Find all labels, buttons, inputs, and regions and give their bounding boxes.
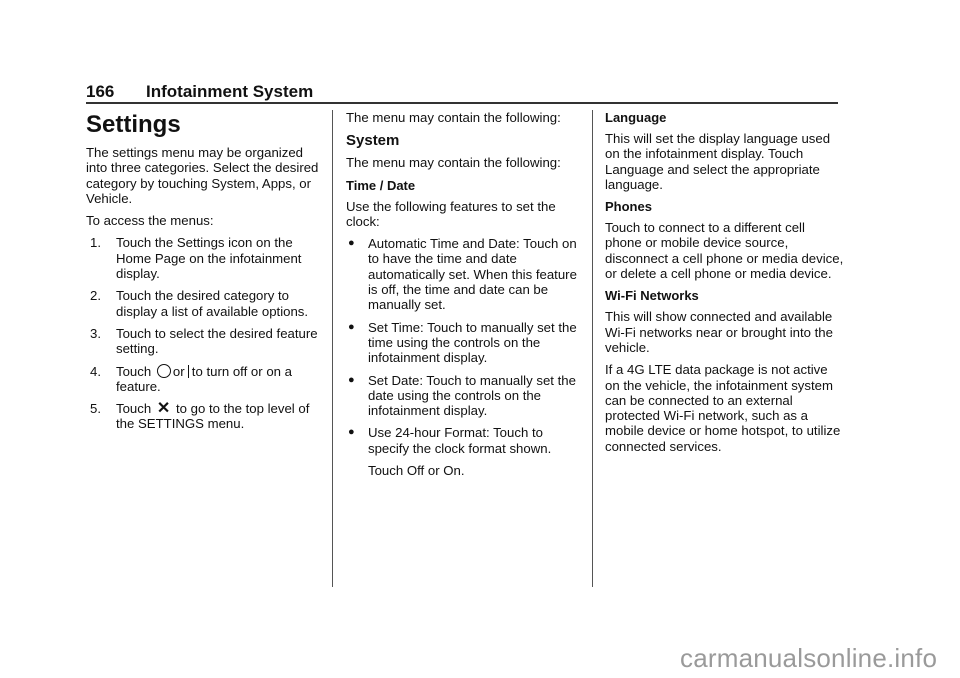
circle-off-icon [156,363,171,378]
wifi-heading: Wi-Fi Networks [605,288,699,304]
phones-heading: Phones [605,199,652,215]
step-number: 3. [90,325,101,341]
step-item: 1. Touch the Settings icon on the Home Pa… [86,235,326,281]
time-date-heading: Time / Date [346,177,416,193]
header-rule [86,102,838,104]
steps-list: 1. Touch the Settings icon on the Home Pa… [86,235,326,431]
after-bullets-text: Touch Off or On. [368,463,465,479]
access-label: To access the menus: [86,213,214,229]
bullet-icon: ● [348,237,355,250]
watermark: carmanualsonline.info [680,643,938,673]
section-title: Infotainment System [146,82,314,101]
page-title: Settings [86,111,181,138]
step-number: 5. [90,401,101,417]
column-3: Language This will set the display langu… [605,110,845,461]
list-item-text: Set Time: Touch to manually set the time… [368,319,577,366]
phones-text: Touch to connect to a different cell pho… [605,220,844,282]
time-date-list: ● Automatic Time and Date: Touch on to ha… [346,236,586,456]
list-item: ● Automatic Time and Date: Touch on to ha… [346,236,586,312]
step-item: 3. Touch to select the desired feature se… [86,326,326,357]
language-heading: Language [605,110,667,125]
intro-paragraph: The settings menu may be organized into … [86,145,319,206]
time-date-intro: Use the following features to set the cl… [346,198,556,229]
list-item: ● Set Time: Touch to manually set the tim… [346,320,586,366]
page-header: 166 Infotainment System [86,82,838,103]
step-text: Touch to select the desired feature sett… [116,325,318,357]
step-text: Touch the Settings icon on the Home Page… [116,235,302,282]
step-item: 5. Touch ✕ to go to the top level of the … [86,401,326,432]
step-text-mid: or [172,363,185,379]
column-2: The menu may contain the following: Syst… [346,110,586,485]
step-text-pre: Touch [116,363,152,379]
bar-on-icon [187,364,189,378]
column-divider [332,110,333,587]
step-text-pre: Touch [116,401,152,417]
step-item: 2. Touch the desired category to display … [86,288,326,319]
close-x-icon: ✕ [156,400,171,418]
menu-intro: The menu may contain the following: [346,110,561,125]
wifi-text-2: If a 4G LTE data package is not active o… [605,362,841,454]
step-text: Touch the desired category to display a … [116,288,309,319]
step-number: 2. [90,288,101,304]
bullet-icon: ● [348,373,355,386]
bullet-icon: ● [348,426,355,439]
list-item-text: Set Date: Touch to manually set the date… [368,372,576,419]
list-item-text: Use 24-hour Format: Touch to specify the… [368,425,552,456]
step-number: 1. [90,235,101,251]
page-number: 166 [86,82,115,101]
step-number: 4. [90,363,101,379]
step-item: 4. Touch or to turn off or on a feature. [86,363,326,395]
list-item-text: Automatic Time and Date: Touch on to hav… [368,236,577,313]
list-item: ● Set Date: Touch to manually set the dat… [346,373,586,419]
wifi-text: This will show connected and available W… [605,309,833,355]
system-intro: The menu may contain the following: [346,155,561,171]
column-divider [592,110,593,587]
bullet-icon: ● [348,320,355,333]
column-1: Settings The settings menu may be organi… [86,110,326,439]
list-item: ● Use 24-hour Format: Touch to specify th… [346,425,586,456]
language-text: This will set the display language used … [605,131,831,192]
system-heading: System [346,132,400,150]
